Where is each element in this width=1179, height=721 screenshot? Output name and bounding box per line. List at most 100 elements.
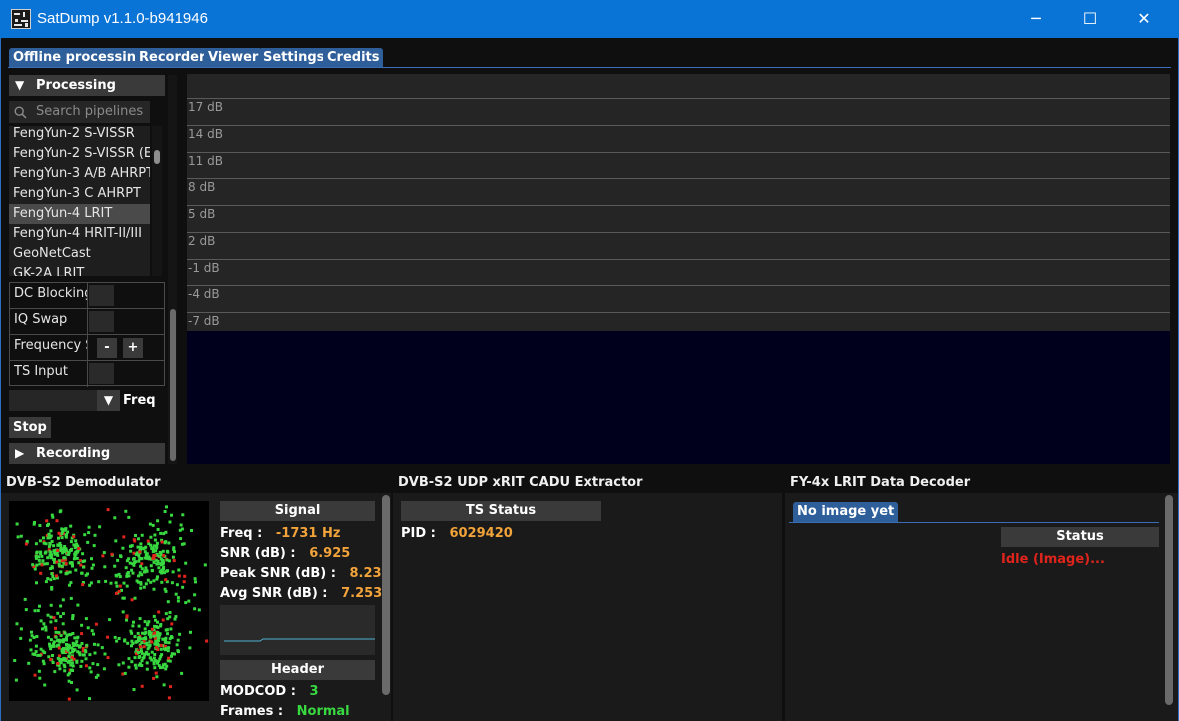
constellation-point [93,533,97,537]
constellation-point [137,651,140,654]
decoder-scrollbar[interactable] [1165,495,1173,705]
constellation-point [37,555,41,559]
ts-input-checkbox[interactable] [89,363,114,384]
constellation-point [148,656,152,660]
recording-header[interactable]: ▶ Recording [9,443,165,464]
tab-offline-processing[interactable]: Offline processing [9,48,150,67]
search-icon [14,106,27,119]
constellation-point [73,546,77,549]
constellation-point [44,542,48,546]
pipeline-list-item[interactable]: FengYun-4 HRIT-II/III [9,224,150,244]
constellation-point [118,575,122,579]
constellation-point [144,631,148,634]
constellation-point [172,548,176,551]
fft-gridline [187,259,1170,260]
constellation-point [49,551,53,555]
constellation-point [127,665,131,669]
constellation-point [86,540,90,544]
signal-section-header: Signal [220,501,375,521]
fft-db-label: -4 dB [188,287,220,301]
constellation-point [92,632,95,636]
constellation-point [47,635,50,639]
iq-swap-checkbox[interactable] [89,311,114,332]
title-bar[interactable]: SatDump v1.1.0-b941946 ─ [0,0,1179,38]
constellation-point [169,635,173,638]
constellation-point [51,644,55,648]
tab-viewer[interactable]: Viewer [204,48,263,67]
pipeline-list-item[interactable]: FengYun-2 S-VISSR [9,126,150,144]
constellation-point [147,556,151,560]
option-row-iq-swap: IQ Swap [10,309,164,335]
constellation-point [25,539,29,543]
constellation-point [37,558,41,562]
tab-credits[interactable]: Credits [323,48,384,67]
constellation-point [142,655,146,659]
left-panel-scrollbar-thumb[interactable] [170,309,176,461]
close-button[interactable]: ✕ [1117,0,1171,38]
constellation-point [143,556,147,560]
minimize-button-glyph[interactable]: ─ [1009,0,1063,38]
dc-blocking-checkbox[interactable] [89,285,114,306]
constellation-point [56,549,60,552]
constellation-point [117,663,121,667]
constellation-point [34,542,38,546]
waterfall-display[interactable] [187,331,1170,464]
constellation-point [33,521,36,524]
pipeline-list-scrollbar-thumb[interactable] [154,150,160,164]
pipeline-list-item[interactable]: GeoNetCast [9,244,150,264]
constellation-point [61,598,65,602]
constellation-point [41,627,44,631]
pipeline-list-item[interactable]: FengYun-4 LRIT [9,204,150,224]
constellation-point [139,582,143,586]
tab-settings[interactable]: Settings [259,48,329,67]
maximize-button[interactable]: ☐ [1063,0,1117,38]
pipeline-list-item[interactable]: FengYun-3 C AHRPT [9,184,150,204]
constellation-point [124,509,128,513]
constellation-point [68,651,72,655]
constellation-point [69,524,73,528]
pipeline-list-item[interactable]: GK-2A LRIT [9,264,150,276]
constellation-point [64,562,68,566]
constellation-point [90,557,93,561]
option-label: DC Blocking [14,286,88,301]
constellation-point [140,684,144,688]
constellation-point [140,651,144,655]
pipeline-list-scrollbar-track[interactable] [152,126,162,276]
processing-header[interactable]: ▼ Processing [9,75,165,96]
snr-value: 6.925 [309,546,351,561]
constellation-point [61,551,65,555]
constellation-point [197,608,201,612]
pipeline-list-item[interactable]: FengYun-2 S-VISSR (E [9,144,150,164]
pipeline-list[interactable]: FengYun-2 S-VISSR FengYun-2 S-VISSR (E Fen… [9,126,150,276]
demodulator-scrollbar[interactable] [382,495,390,695]
combo-dropdown-arrow-icon[interactable]: ▼ [97,390,120,411]
constellation-point [57,562,61,566]
frequency-minus-button[interactable]: - [97,338,117,358]
constellation-point [43,562,47,566]
constellation-point [51,661,55,664]
constellation-point [56,611,60,615]
constellation-point [153,666,157,670]
fft-gridline [187,205,1170,206]
option-row-frequency-shift: Frequency S - + [10,335,164,361]
fft-gridline [187,232,1170,233]
pipeline-list-item[interactable]: FengYun-3 A/B AHRPT [9,164,150,184]
constellation-point [97,580,101,584]
constellation-point [164,540,168,544]
frequency-plus-button[interactable]: + [123,338,143,358]
constellation-point [52,616,56,620]
constellation-point [23,597,27,601]
stop-button[interactable]: Stop [9,417,51,438]
search-input[interactable]: Search pipelines [9,101,150,123]
constellation-point [190,529,193,532]
constellation-point [110,552,114,556]
tab-recorder[interactable]: Recorder [135,48,210,67]
constellation-point [109,581,113,585]
constellation-point [132,563,136,567]
constellation-point [106,508,110,512]
constellation-point [156,519,160,523]
constellation-point [49,534,53,538]
tab-no-image-yet[interactable]: No image yet [793,502,899,522]
constellation-point [65,533,68,537]
constellation-point [152,676,156,680]
